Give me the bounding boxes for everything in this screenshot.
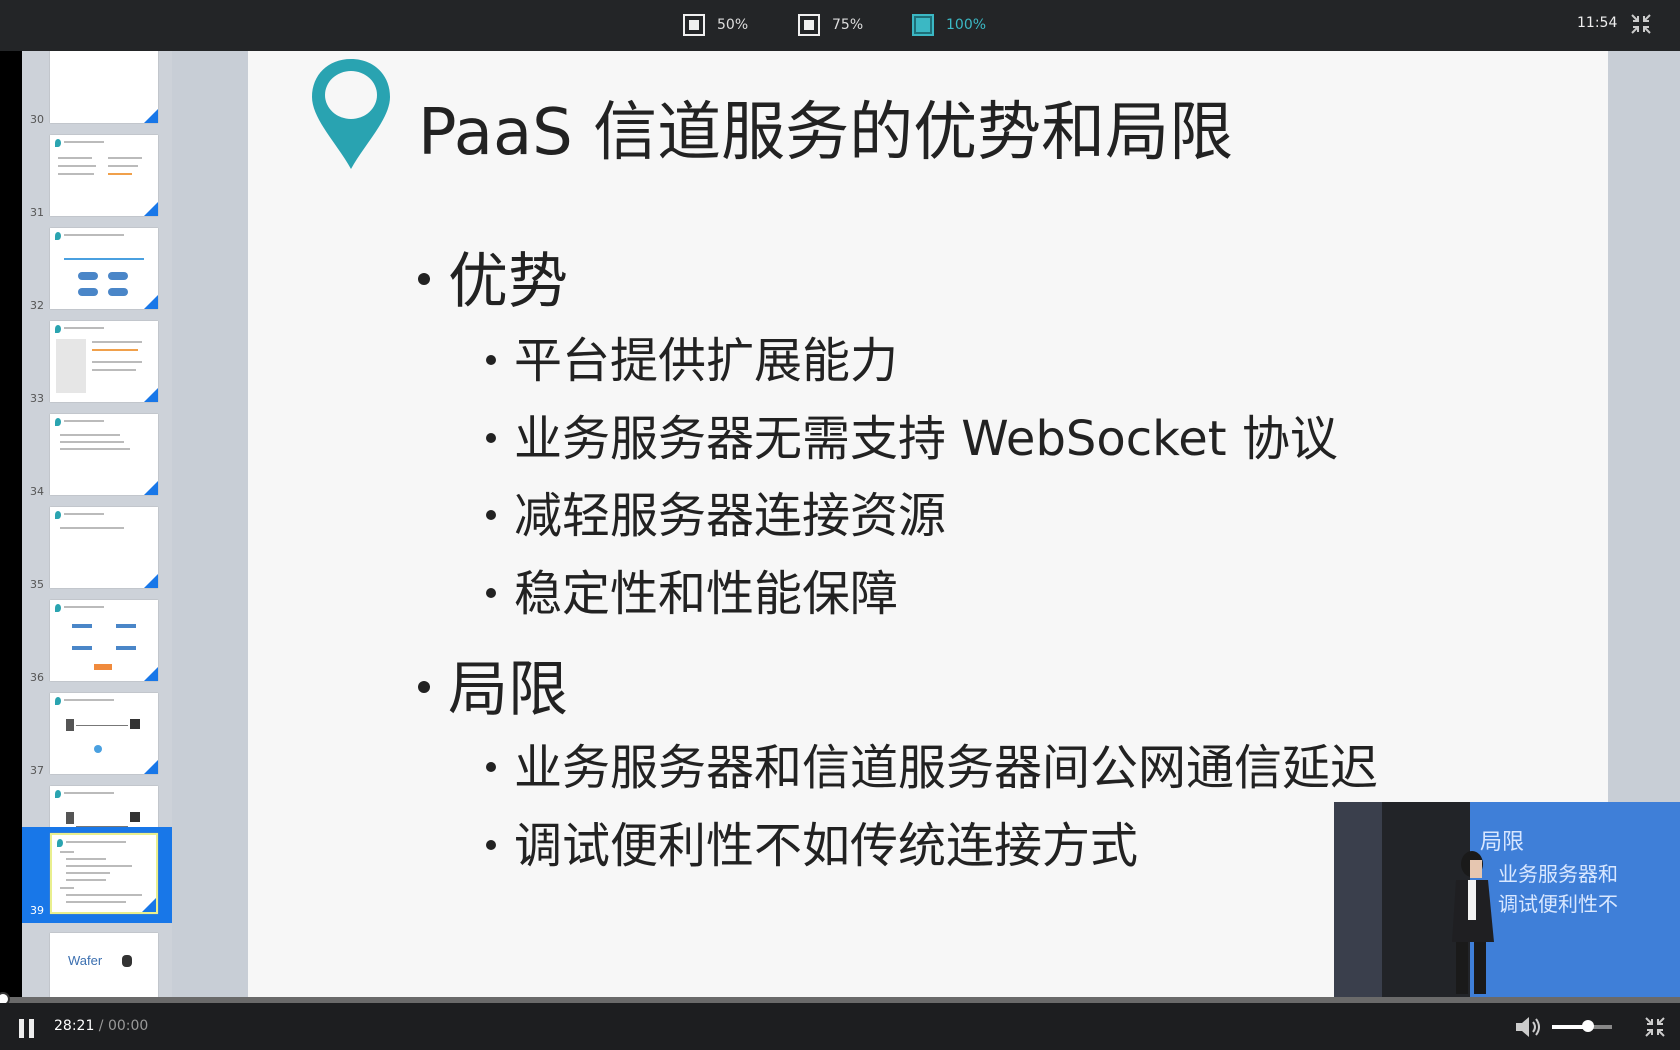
- thumbnail-slide-34[interactable]: 34: [22, 411, 172, 504]
- bullet-item: 业务服务器和信道服务器间公网通信延迟: [486, 728, 1378, 798]
- thumbnail-number: 32: [30, 299, 44, 312]
- slide-title: PaaS 信道服务的优势和局限: [418, 96, 1234, 170]
- bullet-item: 业务服务器无需支持 WebSocket 协议: [486, 399, 1338, 469]
- pause-icon[interactable]: [19, 1019, 37, 1038]
- bullet-item: 调试便利性不如传统连接方式: [486, 806, 1138, 876]
- video-screen-text: 调试便利性不: [1498, 892, 1618, 916]
- zoom-75-label: 75%: [832, 17, 864, 33]
- thumbnail-card: [50, 135, 158, 216]
- thumbnail-number: 36: [30, 671, 44, 684]
- exit-fullscreen-icon[interactable]: [1630, 13, 1652, 35]
- thumbnail-slide-35[interactable]: 35: [22, 504, 172, 597]
- player-controls: 28:21 / 00:00: [0, 1003, 1680, 1050]
- thumbnail-card: [50, 693, 158, 774]
- zoom-75-icon: [798, 14, 820, 36]
- zoom-50-button[interactable]: 50%: [683, 12, 748, 38]
- zoom-100-label: 100%: [946, 17, 987, 33]
- thumbnail-card: [50, 833, 158, 914]
- volume-icon[interactable]: [1514, 1015, 1542, 1039]
- thumbnail-card: [50, 51, 158, 123]
- zoom-100-icon: [912, 14, 934, 36]
- zoom-50-label: 50%: [717, 17, 749, 33]
- thumbnail-number: 31: [30, 206, 44, 219]
- time-separator: /: [94, 1018, 108, 1034]
- video-screen-text: 业务服务器和: [1498, 862, 1618, 886]
- speaker-video[interactable]: 局限 业务服务器和 调试便利性不: [1334, 802, 1680, 997]
- volume-slider[interactable]: [1552, 1020, 1612, 1032]
- thumbnail-slide-30[interactable]: 30: [22, 51, 172, 132]
- bullet-item: 稳定性和性能保障: [486, 554, 898, 624]
- zoom-100-button[interactable]: 100%: [912, 12, 986, 38]
- volume-handle[interactable]: [1582, 1020, 1594, 1032]
- thumbnail-slide-39[interactable]: 39: [22, 827, 172, 923]
- clock-display: 11:54: [1577, 15, 1618, 31]
- thumbnail-slide-37[interactable]: 37: [22, 690, 172, 783]
- exit-fullscreen-icon[interactable]: [1644, 1016, 1666, 1038]
- thumbnail-number: 30: [30, 113, 44, 126]
- thumbnail-number: 35: [30, 578, 44, 591]
- thumbnail-wafer-text: Wafer: [68, 953, 103, 968]
- total-time: 00:00: [107, 1018, 149, 1034]
- bullet-heading-limitations: 局限: [418, 641, 568, 728]
- bullet-heading-advantages: 优势: [418, 233, 568, 320]
- current-time: 28:21: [54, 1018, 95, 1034]
- thumbnail-card: [50, 600, 158, 681]
- thumbnail-card: [50, 228, 158, 309]
- time-display: 28:21 / 00:00: [54, 1018, 148, 1034]
- thumbnail-card: Wafer: [50, 933, 158, 997]
- thumbnail-slide-33[interactable]: 33: [22, 318, 172, 411]
- thumbnail-slide-36[interactable]: 36: [22, 597, 172, 690]
- thumbnail-number: 39: [30, 904, 44, 917]
- speaker-figure: [1452, 851, 1494, 994]
- bullet-item: 减轻服务器连接资源: [486, 476, 946, 546]
- thumbnail-slide-31[interactable]: 31: [22, 132, 172, 225]
- thumbnail-card: [50, 507, 158, 588]
- thumbnail-card: [50, 414, 158, 495]
- map-pin-icon: [312, 59, 390, 169]
- thumbnail-slide-32[interactable]: 32: [22, 225, 172, 318]
- thumbnail-number: 37: [30, 764, 44, 777]
- thumbnail-number: 34: [30, 485, 44, 498]
- thumbnail-number: 33: [30, 392, 44, 405]
- thumbnail-card: [50, 321, 158, 402]
- thumbnail-slide-40[interactable]: Wafer: [22, 923, 172, 997]
- zoom-50-icon: [683, 14, 705, 36]
- slide-thumbnail-list[interactable]: 30 31 32 33 34 35 36 37 39 Wafer: [22, 51, 172, 997]
- top-toolbar: 50% 75% 100% 11:54: [0, 0, 1680, 51]
- left-rail: [0, 51, 22, 997]
- bullet-item: 平台提供扩展能力: [486, 321, 898, 391]
- zoom-75-button[interactable]: 75%: [798, 12, 863, 38]
